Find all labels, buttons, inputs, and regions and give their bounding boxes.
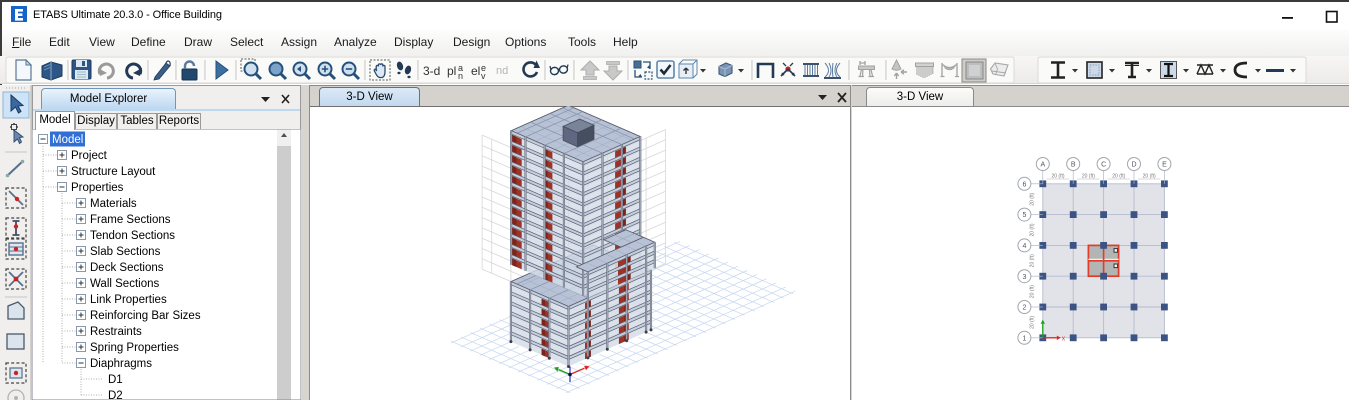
svg-text:n: n <box>458 71 463 81</box>
svg-text:Reinforcing Bar Sizes: Reinforcing Bar Sizes <box>90 310 201 322</box>
svg-text:Model: Model <box>52 134 83 146</box>
svg-text:C: C <box>1101 162 1106 169</box>
svg-text:E: E <box>1162 162 1167 169</box>
svg-text:Slab Sections: Slab Sections <box>90 246 161 258</box>
svg-text:Properties: Properties <box>71 182 124 194</box>
svg-text:D2: D2 <box>108 390 123 400</box>
svg-text:B: B <box>1071 162 1076 169</box>
svg-text:Spring Properties: Spring Properties <box>90 342 179 354</box>
svg-text:D1: D1 <box>108 374 123 386</box>
svg-text:20 (ft): 20 (ft) <box>1112 174 1125 180</box>
svg-text:3: 3 <box>1022 274 1026 281</box>
svg-text:5: 5 <box>1022 212 1026 219</box>
svg-text:20 (ft): 20 (ft) <box>1082 174 1095 180</box>
svg-text:4: 4 <box>1022 243 1026 250</box>
svg-text:6: 6 <box>1022 181 1026 188</box>
svg-text:3-d: 3-d <box>423 64 440 78</box>
svg-text:A: A <box>1040 162 1045 169</box>
svg-text:D: D <box>1131 162 1136 169</box>
svg-text:Tendon Sections: Tendon Sections <box>90 230 175 242</box>
svg-text:2: 2 <box>1022 305 1026 312</box>
svg-text:Frame Sections: Frame Sections <box>90 214 171 226</box>
svg-text:el: el <box>471 64 480 78</box>
svg-text:20 (ft): 20 (ft) <box>1030 223 1036 236</box>
svg-text:20 (ft): 20 (ft) <box>1030 316 1036 329</box>
svg-text:Structure Layout: Structure Layout <box>71 166 156 178</box>
svg-text:20 (ft): 20 (ft) <box>1030 192 1036 205</box>
svg-text:Project: Project <box>71 150 108 162</box>
svg-text:Restraints: Restraints <box>90 326 142 338</box>
svg-text:Wall Sections: Wall Sections <box>90 278 159 290</box>
svg-text:Link Properties: Link Properties <box>90 294 167 306</box>
svg-text:v: v <box>481 71 486 81</box>
svg-text:Deck Sections: Deck Sections <box>90 262 164 274</box>
svg-text:20 (ft): 20 (ft) <box>1143 174 1156 180</box>
svg-text:20 (ft): 20 (ft) <box>1051 174 1064 180</box>
svg-text:pl: pl <box>447 64 456 78</box>
svg-text:nd: nd <box>496 65 508 77</box>
svg-text:20 (ft): 20 (ft) <box>1030 285 1036 298</box>
svg-text:Materials: Materials <box>90 198 137 210</box>
svg-text:20 (ft): 20 (ft) <box>1030 254 1036 267</box>
svg-text:Diaphragms: Diaphragms <box>90 358 152 370</box>
svg-text:1: 1 <box>1022 335 1026 342</box>
